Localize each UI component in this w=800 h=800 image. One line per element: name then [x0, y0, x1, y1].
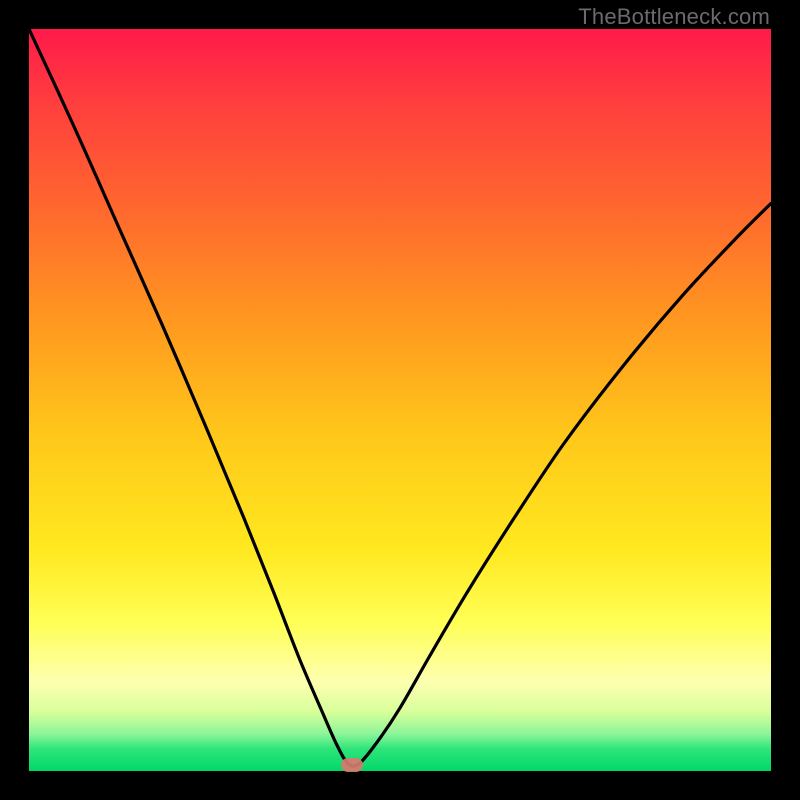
watermark-text: TheBottleneck.com: [578, 4, 770, 30]
chart-plot-area: [29, 29, 771, 771]
min-marker: [341, 758, 363, 772]
bottleneck-curve: [29, 29, 771, 771]
chart-frame: TheBottleneck.com: [0, 0, 800, 800]
